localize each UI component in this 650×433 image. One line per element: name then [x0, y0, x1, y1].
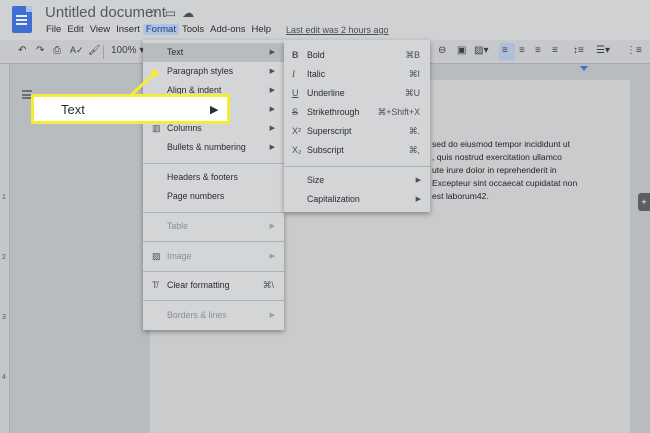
callout-text-highlight: Text ▶	[31, 94, 230, 124]
callout-arrow-icon: ▶	[210, 104, 219, 116]
callout-leader-line	[128, 69, 159, 98]
